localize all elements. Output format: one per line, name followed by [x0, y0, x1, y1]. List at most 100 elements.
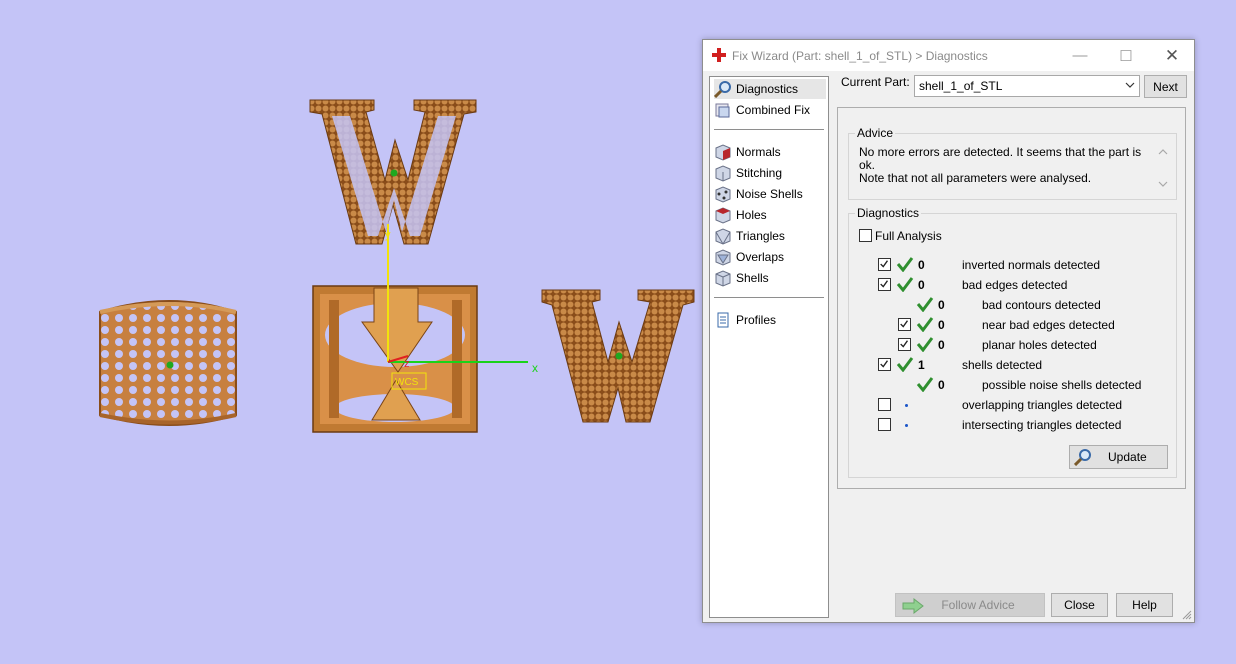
nav-divider — [714, 129, 824, 130]
advice-line-1: No more errors are detected. It seems th… — [859, 145, 1142, 172]
green-check-icon — [916, 317, 934, 332]
intersecting-triangles-checkbox[interactable] — [878, 418, 891, 431]
shells-label: shells detected — [962, 358, 1043, 372]
overlapping-triangles-checkbox[interactable] — [878, 398, 891, 411]
axis-x-label: x — [532, 361, 538, 375]
shells-cube-icon — [715, 270, 731, 287]
scroll-down-icon — [1158, 181, 1168, 187]
maximize-button[interactable]: ☐ — [1103, 40, 1149, 71]
nav-item-label: Combined Fix — [736, 103, 811, 117]
near-bad-edges-label: near bad edges detected — [982, 318, 1115, 332]
dialog-titlebar[interactable]: Fix Wizard (Part: shell_1_of_STL) > Diag… — [703, 40, 1194, 71]
app-cross-icon — [712, 48, 726, 62]
green-check-icon — [916, 377, 934, 392]
green-check-icon — [896, 257, 914, 272]
holes-cube-icon — [715, 207, 731, 224]
inverted-normals-label: inverted normals detected — [962, 258, 1101, 272]
arrow-right-icon — [902, 598, 924, 614]
triangles-cube-icon — [715, 228, 731, 245]
advice-scrollbar[interactable] — [1156, 146, 1170, 190]
nav-item-holes[interactable]: Holes — [714, 205, 826, 225]
close-window-button[interactable]: ✕ — [1149, 40, 1195, 71]
close-button[interactable]: Close — [1051, 593, 1108, 617]
inverted-normals-checkbox[interactable] — [878, 258, 891, 271]
letter-w-top[interactable] — [309, 99, 477, 245]
stitching-cube-icon — [715, 165, 731, 182]
close-icon: ✕ — [1164, 45, 1180, 65]
nav-item-combined-fix[interactable]: Combined Fix — [714, 100, 826, 120]
nav-item-label: Diagnostics — [736, 82, 799, 96]
follow-advice-button[interactable]: Follow Advice — [895, 593, 1045, 617]
diagnostics-title: Diagnostics — [855, 206, 922, 220]
shells-checkbox[interactable] — [878, 358, 891, 371]
noise-shells-count: 0 — [938, 378, 945, 392]
axis-z-label: z — [404, 358, 410, 370]
help-button-label: Help — [1132, 598, 1157, 612]
pending-dot-icon — [905, 424, 908, 427]
full-analysis-label: Full Analysis — [875, 229, 942, 243]
resize-grip-icon[interactable] — [1182, 610, 1192, 620]
current-part-value: shell_1_of_STL — [919, 79, 1003, 93]
nav-item-noise-shells[interactable]: Noise Shells — [714, 184, 826, 204]
overlapping-triangles-label: overlapping triangles detected — [962, 398, 1123, 412]
nav-item-stitching[interactable]: Stitching — [714, 163, 826, 183]
document-icon — [717, 312, 729, 328]
fix-wizard-dialog: Fix Wizard (Part: shell_1_of_STL) > Diag… — [702, 39, 1195, 623]
diagnostics-panel: Advice No more errors are detected. It s… — [837, 107, 1186, 489]
full-analysis-checkbox[interactable] — [859, 229, 872, 242]
update-button[interactable]: Update — [1069, 445, 1168, 469]
nav-item-profiles[interactable]: Profiles — [714, 310, 826, 330]
nav-item-label: Normals — [736, 145, 781, 159]
current-part-select[interactable]: shell_1_of_STL — [914, 75, 1140, 97]
axis-y-label: y — [385, 229, 391, 241]
green-check-icon — [896, 277, 914, 292]
scene: x y z WCS — [99, 99, 695, 433]
planar-holes-checkbox[interactable] — [898, 338, 911, 351]
bad-edges-label: bad edges detected — [962, 278, 1068, 292]
inverted-normals-count: 0 — [918, 258, 925, 272]
overlaps-cube-icon — [715, 249, 731, 266]
nav-item-label: Stitching — [736, 166, 783, 180]
nav-item-label: Profiles — [736, 313, 777, 327]
next-button-label: Next — [1153, 79, 1178, 94]
nav-divider — [714, 297, 824, 298]
nav-item-label: Noise Shells — [736, 187, 803, 201]
help-button[interactable]: Help — [1116, 593, 1173, 617]
noise-shells-icon — [715, 186, 731, 203]
fix-step-list: Diagnostics Combined Fix Normals Stitchi… — [709, 76, 829, 618]
ring-left[interactable] — [99, 300, 237, 426]
nav-item-label: Shells — [736, 271, 769, 285]
nav-item-overlaps[interactable]: Overlaps — [714, 247, 826, 267]
magnifier-icon — [714, 81, 731, 98]
normals-cube-icon — [715, 144, 731, 161]
minimize-button[interactable]: — — [1057, 40, 1103, 71]
letter-w-right[interactable] — [541, 289, 695, 423]
intersecting-triangles-label: intersecting triangles detected — [962, 418, 1122, 432]
advice-text: No more errors are detected. It seems th… — [859, 146, 1149, 185]
dialog-title: Fix Wizard (Part: shell_1_of_STL) > Diag… — [732, 49, 988, 63]
magnifier-icon — [1074, 449, 1091, 466]
wcs-label: WCS — [395, 377, 419, 388]
diagnostics-group: Diagnostics Full Analysis 0 inverted nor… — [848, 206, 1177, 478]
green-check-icon — [896, 357, 914, 372]
chevron-down-icon — [1125, 82, 1135, 88]
nav-item-triangles[interactable]: Triangles — [714, 226, 826, 246]
follow-advice-label: Follow Advice — [941, 598, 1015, 612]
green-check-icon — [916, 337, 934, 352]
bad-edges-checkbox[interactable] — [878, 278, 891, 291]
advice-line-2: Note that not all parameters were analys… — [859, 171, 1092, 185]
nav-item-normals[interactable]: Normals — [714, 142, 826, 162]
viewport-3d[interactable]: x y z WCS — [0, 0, 700, 664]
near-bad-edges-checkbox[interactable] — [898, 318, 911, 331]
bad-contours-count: 0 — [938, 298, 945, 312]
pending-dot-icon — [905, 404, 908, 407]
next-button[interactable]: Next — [1144, 75, 1187, 98]
advice-group: Advice No more errors are detected. It s… — [848, 126, 1177, 200]
nav-item-label: Holes — [736, 208, 767, 222]
advice-title: Advice — [855, 126, 896, 140]
near-bad-edges-count: 0 — [938, 318, 945, 332]
noise-shells-label: possible noise shells detected — [982, 378, 1142, 392]
nav-item-shells[interactable]: Shells — [714, 268, 826, 288]
nav-item-diagnostics[interactable]: Diagnostics — [714, 79, 826, 99]
close-button-label: Close — [1064, 598, 1095, 612]
